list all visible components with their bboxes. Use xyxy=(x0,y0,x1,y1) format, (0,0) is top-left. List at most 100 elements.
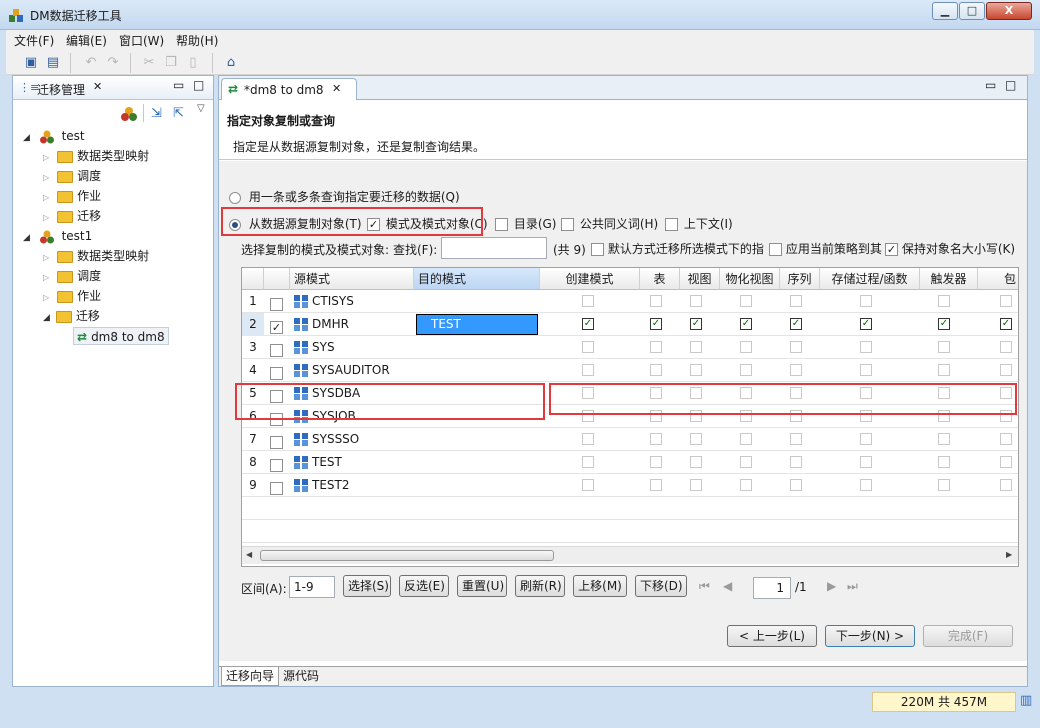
view-checkbox[interactable] xyxy=(690,456,702,468)
tab-source-code[interactable]: 源代码 xyxy=(279,667,323,686)
row-select-checkbox[interactable] xyxy=(270,474,284,497)
row-select-checkbox[interactable] xyxy=(270,428,284,451)
tree-node-dm8-to-dm8[interactable]: ⇄ dm8 to dm8 xyxy=(73,327,169,345)
default-mode-checkbox[interactable] xyxy=(591,243,604,256)
column-header-sequence[interactable]: 序列 xyxy=(780,268,820,290)
trigger-checkbox[interactable]: ✓ xyxy=(938,318,950,330)
column-header-package[interactable]: 包 xyxy=(978,268,1018,290)
target-schema-cell[interactable] xyxy=(416,451,538,474)
table-row[interactable]: 4 SYSAUDITOR xyxy=(242,359,1018,382)
table-checkbox[interactable] xyxy=(650,433,662,445)
package-checkbox[interactable] xyxy=(1000,479,1012,491)
context-checkbox[interactable] xyxy=(665,218,678,231)
package-checkbox[interactable]: ✓ xyxy=(1000,318,1012,330)
radio-query-option[interactable]: 用一条或多条查询指定要迁移的数据(Q) xyxy=(229,188,460,205)
radio-query[interactable] xyxy=(229,191,241,204)
trigger-checkbox[interactable] xyxy=(938,456,950,468)
close-tab-icon[interactable]: ✕ xyxy=(93,80,102,93)
tab-migration-wizard[interactable]: 迁移向导 xyxy=(221,667,280,686)
home-icon[interactable]: ⌂ xyxy=(222,54,240,72)
previous-step-button[interactable]: < 上一步(L) xyxy=(727,625,817,647)
invert-button[interactable]: 反选(E) xyxy=(399,575,449,597)
package-checkbox[interactable] xyxy=(1000,295,1012,307)
move-up-button[interactable]: 上移(M) xyxy=(573,575,627,597)
create-schema-checkbox[interactable] xyxy=(582,479,594,491)
mview-checkbox[interactable] xyxy=(740,295,752,307)
sequence-checkbox[interactable] xyxy=(790,433,802,445)
create-schema-checkbox[interactable]: ✓ xyxy=(582,318,594,330)
next-page-icon[interactable]: ▶ xyxy=(827,579,836,593)
create-schema-checkbox[interactable] xyxy=(582,295,594,307)
procedure-checkbox[interactable] xyxy=(860,456,872,468)
tree-node-type-mapping[interactable]: ▷ 数据类型映射 xyxy=(43,247,149,265)
minimize-button[interactable]: ▁ xyxy=(932,2,958,20)
menu-help[interactable]: 帮助(H) xyxy=(176,32,218,49)
trigger-checkbox[interactable] xyxy=(938,341,950,353)
target-schema-cell[interactable] xyxy=(416,474,538,497)
scrollbar-thumb[interactable] xyxy=(260,550,554,561)
horizontal-scrollbar[interactable]: ◀ ▶ xyxy=(242,546,1018,564)
undo-icon[interactable]: ↶ xyxy=(82,54,100,72)
target-schema-cell[interactable] xyxy=(416,290,538,313)
close-button[interactable]: X xyxy=(986,2,1032,20)
column-header-target[interactable]: 目的模式 xyxy=(414,268,540,290)
migration-manager-tab[interactable]: ⋮≡ 迁移管理 ✕ ▭ □ xyxy=(13,76,213,100)
catalog-option[interactable]: 目录(G) xyxy=(495,215,557,232)
next-step-button[interactable]: 下一步(N) > xyxy=(825,625,915,647)
catalog-checkbox[interactable] xyxy=(495,218,508,231)
view-checkbox[interactable] xyxy=(690,364,702,376)
sequence-checkbox[interactable] xyxy=(790,456,802,468)
copy-icon[interactable]: ❐ xyxy=(162,54,180,72)
column-header-trigger[interactable]: 触发器 xyxy=(920,268,978,290)
tree-node-job[interactable]: ▷ 作业 xyxy=(43,287,101,305)
scroll-left-icon[interactable]: ◀ xyxy=(246,550,252,559)
trigger-checkbox[interactable] xyxy=(938,433,950,445)
sequence-checkbox[interactable] xyxy=(790,364,802,376)
table-row[interactable]: 9 TEST2 xyxy=(242,474,1018,497)
mview-checkbox[interactable] xyxy=(740,479,752,491)
column-header-procedure[interactable]: 存储过程/函数 xyxy=(820,268,920,290)
sequence-checkbox[interactable] xyxy=(790,341,802,353)
tree-node-migration[interactable]: ◢ 迁移 xyxy=(43,307,100,325)
column-header-create-schema[interactable]: 创建模式 xyxy=(540,268,640,290)
package-checkbox[interactable] xyxy=(1000,341,1012,353)
apply-policy-option[interactable]: 应用当前策略到其 xyxy=(769,240,883,257)
scroll-right-icon[interactable]: ▶ xyxy=(1006,550,1012,559)
tree-node-schedule[interactable]: ▷ 调度 xyxy=(43,167,101,185)
keep-case-option[interactable]: ✓ 保持对象名大小写(K) xyxy=(885,240,1023,257)
maximize-panel-icon[interactable]: □ xyxy=(1005,78,1016,92)
view-checkbox[interactable] xyxy=(690,479,702,491)
tree-node-job[interactable]: ▷ 作业 xyxy=(43,187,101,205)
trigger-checkbox[interactable] xyxy=(938,364,950,376)
first-page-icon[interactable]: ⏮ xyxy=(699,579,710,594)
default-mode-option[interactable]: 默认方式迁移所选模式下的指 xyxy=(591,240,765,257)
refresh-button[interactable]: 刷新(R) xyxy=(515,575,565,597)
row-select-checkbox[interactable] xyxy=(270,451,284,474)
procedure-checkbox[interactable] xyxy=(860,295,872,307)
sequence-checkbox[interactable] xyxy=(790,295,802,307)
import-icon[interactable]: ⇲ xyxy=(151,106,162,121)
view-checkbox[interactable] xyxy=(690,433,702,445)
mview-checkbox[interactable] xyxy=(740,364,752,376)
table-row[interactable]: 8 TEST xyxy=(242,451,1018,474)
keep-case-checkbox[interactable]: ✓ xyxy=(885,243,898,256)
select-button[interactable]: 选择(S) xyxy=(343,575,391,597)
tree-node-test1[interactable]: ◢ test1 xyxy=(23,227,92,245)
column-header-mview[interactable]: 物化视图 xyxy=(720,268,780,290)
synonym-checkbox[interactable] xyxy=(561,218,574,231)
save-all-icon[interactable]: ▤ xyxy=(44,54,62,72)
range-input[interactable]: 1-9 xyxy=(289,576,335,598)
row-select-checkbox[interactable] xyxy=(270,359,284,382)
new-project-icon[interactable] xyxy=(121,106,137,122)
mview-checkbox[interactable]: ✓ xyxy=(740,318,752,330)
table-row[interactable]: 1 CTISYS xyxy=(242,290,1018,313)
export-icon[interactable]: ⇱ xyxy=(173,106,184,121)
find-input[interactable] xyxy=(441,237,547,259)
maximize-panel-icon[interactable]: □ xyxy=(193,78,204,92)
procedure-checkbox[interactable] xyxy=(860,364,872,376)
row-select-checkbox[interactable] xyxy=(270,290,284,313)
target-schema-cell[interactable] xyxy=(416,428,538,451)
minimize-panel-icon[interactable]: ▭ xyxy=(985,78,996,92)
target-schema-cell[interactable]: TEST xyxy=(416,314,538,335)
close-tab-icon[interactable]: ✕ xyxy=(332,82,341,95)
